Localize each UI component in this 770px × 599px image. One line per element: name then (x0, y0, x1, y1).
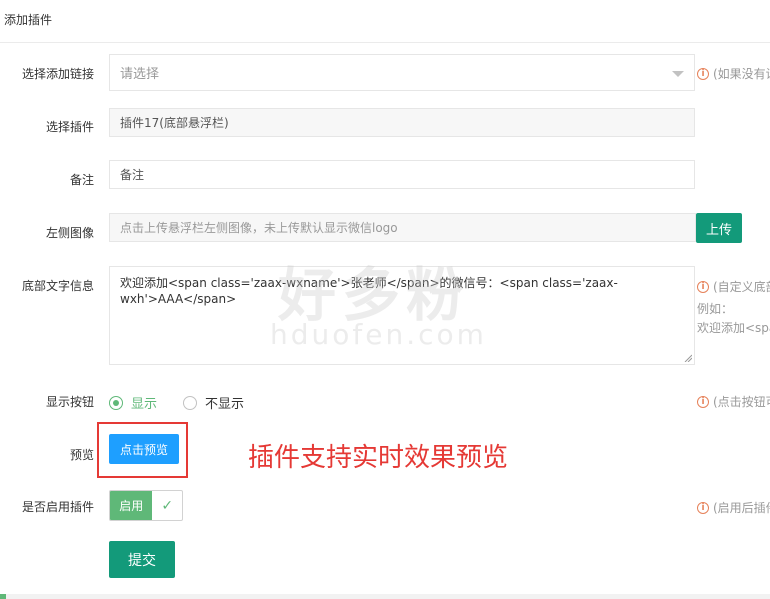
enable-switch[interactable]: 启用 ✓ (109, 490, 183, 521)
show-button-hint: i (点击按钮可 (697, 393, 770, 410)
link-select[interactable]: 请选择 (109, 54, 695, 91)
show-button-label: 显示按钮 (45, 395, 94, 409)
radio-hide-label: 不显示 (205, 397, 245, 412)
bottom-text-hint-line1: (自定义底部 (713, 280, 770, 294)
left-image-input[interactable]: 点击上传悬浮栏左侧图像，未上传默认显示微信logo (109, 213, 696, 242)
link-label: 选择添加链接 (21, 67, 94, 81)
radio-checked-icon (109, 395, 123, 410)
radio-show[interactable]: 显示 (109, 393, 157, 412)
remark-input-value: 备注 (120, 168, 145, 182)
link-hint: i (如果没有设 (697, 65, 770, 82)
chevron-down-icon (672, 71, 684, 77)
plugin-label: 选择插件 (45, 120, 94, 134)
bottom-text-hint: i (自定义底部 (697, 278, 770, 295)
page-title: 添加插件 (4, 13, 53, 27)
remark-label: 备注 (69, 173, 94, 187)
link-hint-text: (如果没有设 (713, 67, 770, 81)
bottom-text-hint-3: 欢迎添加<spa (697, 321, 770, 335)
bottom-text-textarea[interactable]: 欢迎添加<span class='zaax-wxname'>张老师</span>… (109, 266, 695, 365)
enable-label: 是否启用插件 (21, 500, 94, 514)
radio-hide[interactable]: 不显示 (183, 393, 244, 412)
resize-grip-icon[interactable] (684, 354, 692, 362)
info-icon: i (697, 501, 709, 514)
bottom-text-hint-2: 例如： (697, 302, 734, 316)
enable-hint-text: (启用后插件 (713, 501, 770, 515)
preview-label: 预览 (69, 448, 94, 462)
plugin-field: 插件17(底部悬浮栏) (109, 108, 695, 137)
left-image-label: 左侧图像 (45, 226, 94, 240)
check-icon: ✓ (161, 497, 174, 514)
info-icon: i (697, 395, 709, 408)
info-icon: i (697, 67, 709, 80)
page-header (0, 0, 770, 43)
bottom-text-value: 欢迎添加<span class='zaax-wxname'>张老师</span>… (120, 276, 618, 306)
radio-unchecked-icon (183, 395, 197, 410)
bottom-accent (0, 594, 6, 599)
left-image-placeholder: 点击上传悬浮栏左侧图像，未上传默认显示微信logo (120, 221, 398, 235)
preview-button[interactable]: 点击预览 (109, 434, 179, 464)
preview-annotation: 插件支持实时效果预览 (248, 443, 509, 473)
enable-switch-label: 启用 (110, 491, 153, 520)
bottom-bar (0, 594, 770, 599)
plugin-field-value: 插件17(底部悬浮栏) (120, 116, 229, 130)
remark-input[interactable]: 备注 (109, 160, 695, 189)
upload-button[interactable]: 上传 (696, 213, 742, 243)
submit-button[interactable]: 提交 (109, 541, 175, 578)
show-button-hint-text: (点击按钮可 (713, 395, 770, 409)
radio-show-label: 显示 (131, 397, 158, 412)
bottom-text-label: 底部文字信息 (21, 279, 94, 293)
info-icon: i (697, 280, 709, 293)
link-select-placeholder: 请选择 (120, 67, 160, 82)
enable-hint: i (启用后插件 (697, 499, 770, 516)
